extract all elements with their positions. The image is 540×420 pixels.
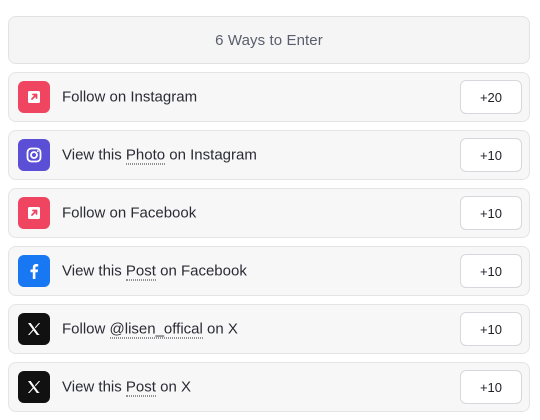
entry-row-follow-x[interactable]: Follow @lisen_offical on X +10 [8, 304, 530, 354]
entry-label: Follow on Facebook [62, 204, 197, 222]
points-button[interactable]: +10 [460, 370, 522, 404]
entry-label: View this Photo on Instagram [62, 146, 257, 165]
account-link[interactable]: @lisen_offical [109, 320, 203, 339]
points-button[interactable]: +10 [460, 312, 522, 346]
x-logo-icon [18, 313, 50, 345]
photo-link[interactable]: Photo [125, 146, 166, 165]
header-title: 6 Ways to Enter [215, 31, 323, 49]
post-link[interactable]: Post [125, 262, 156, 281]
facebook-icon [18, 255, 50, 287]
entry-label: Follow on Instagram [62, 88, 198, 106]
points-button[interactable]: +10 [460, 138, 522, 172]
entry-row-view-post-facebook[interactable]: View this Post on Facebook +10 [8, 246, 530, 296]
entry-label: View this Post on X [62, 378, 191, 397]
entry-label: View this Post on Facebook [62, 262, 247, 281]
points-button[interactable]: +10 [460, 196, 522, 230]
entry-row-follow-instagram[interactable]: Follow on Instagram +20 [8, 72, 530, 122]
entry-row-view-photo-instagram[interactable]: View this Photo on Instagram +10 [8, 130, 530, 180]
entry-methods-header: 6 Ways to Enter [8, 16, 530, 64]
x-logo-icon [18, 371, 50, 403]
external-link-icon [18, 81, 50, 113]
entry-row-view-post-x[interactable]: View this Post on X +10 [8, 362, 530, 412]
entry-label: Follow @lisen_offical on X [62, 320, 238, 339]
instagram-icon [18, 139, 50, 171]
post-link[interactable]: Post [125, 378, 156, 397]
external-link-icon [18, 197, 50, 229]
points-button[interactable]: +20 [460, 80, 522, 114]
points-button[interactable]: +10 [460, 254, 522, 288]
entry-row-follow-facebook[interactable]: Follow on Facebook +10 [8, 188, 530, 238]
